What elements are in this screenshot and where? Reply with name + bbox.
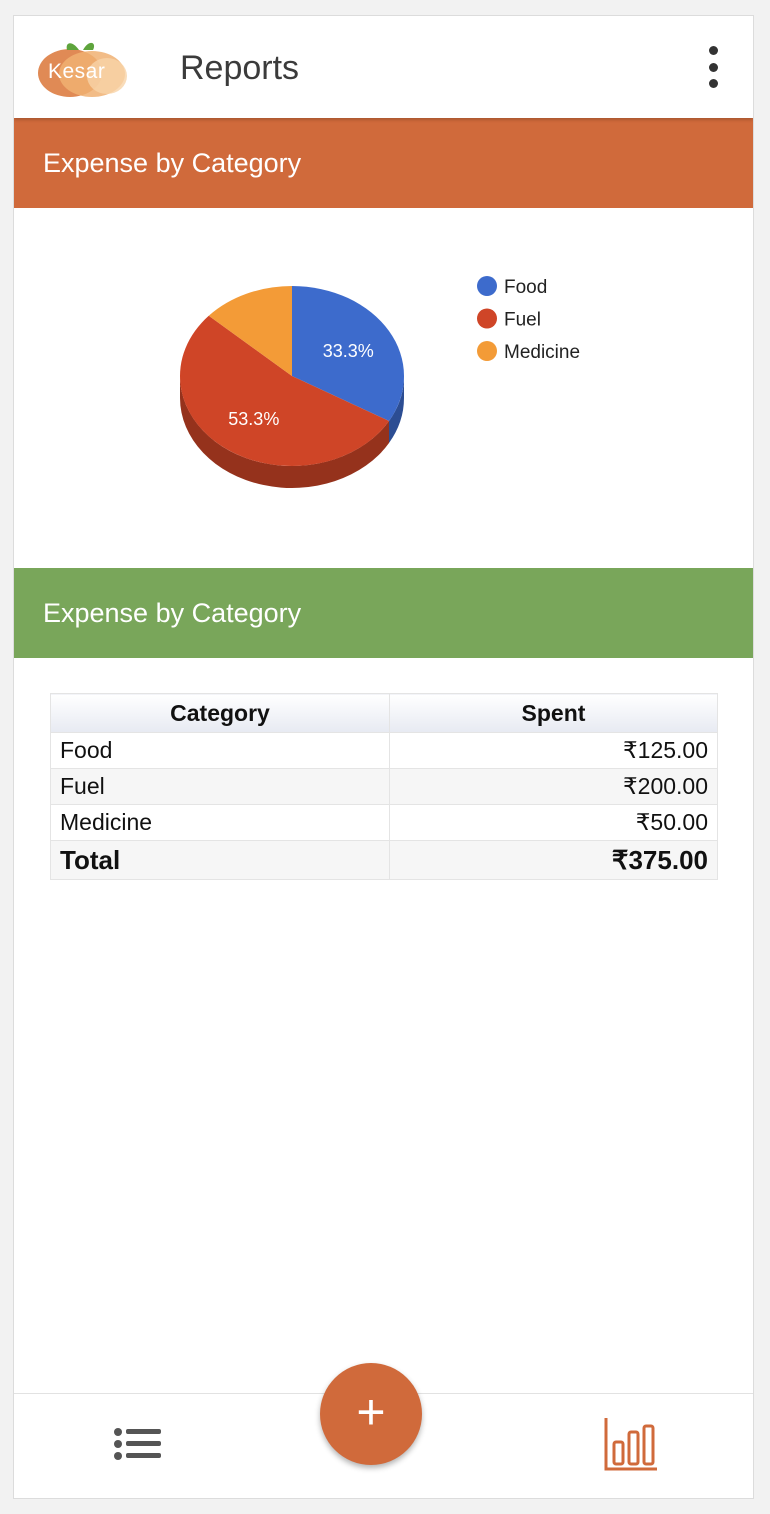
list-icon — [114, 1428, 161, 1460]
spent-cell: ₹125.00 — [389, 732, 718, 769]
category-cell: Food — [50, 732, 390, 769]
legend-item-fuel[interactable]: Fuel — [477, 308, 541, 331]
pie-section-header: Expense by Category — [14, 118, 753, 208]
more-vert-icon — [708, 46, 718, 55]
spent-cell: ₹200.00 — [389, 768, 718, 805]
reports-button[interactable] — [603, 1416, 659, 1472]
pie-label-fuel: 53.3% — [228, 409, 279, 429]
app-screen: Kesar Reports Expense by Category 33.3% 5… — [13, 15, 754, 1499]
pie-label-food: 33.3% — [323, 341, 374, 361]
legend-label: Fuel — [504, 310, 541, 331]
pie-chart-svg: 33.3% 53.3% Food Fuel Medicine — [180, 276, 580, 488]
category-cell: Medicine — [50, 804, 390, 841]
logo-text: Kesar — [48, 60, 106, 83]
category-cell: Fuel — [50, 768, 390, 805]
table-row: Medicine ₹50.00 — [50, 804, 718, 841]
bar-chart-icon — [604, 1418, 657, 1471]
add-expense-button[interactable]: + — [320, 1363, 422, 1465]
table-total-row: Total ₹375.00 — [50, 840, 718, 880]
legend-swatch — [477, 276, 497, 296]
column-header-spent[interactable]: Spent — [389, 693, 718, 733]
legend-item-food[interactable]: Food — [477, 276, 547, 298]
expense-table: Category Spent Food ₹125.00 Fuel ₹200.00… — [50, 693, 718, 880]
table-row: Fuel ₹200.00 — [50, 768, 718, 805]
table-header-row: Category Spent — [50, 693, 718, 733]
list-view-button[interactable] — [113, 1426, 163, 1466]
legend-swatch — [477, 308, 497, 329]
more-options-button[interactable] — [705, 46, 721, 88]
pie-chart: 33.3% 53.3% Food Fuel Medicine — [14, 208, 753, 568]
legend-label: Medicine — [504, 342, 580, 363]
table-section-header: Expense by Category — [14, 568, 753, 658]
total-value: ₹375.00 — [389, 840, 718, 880]
total-label: Total — [50, 840, 390, 880]
legend-label: Food — [504, 277, 547, 298]
app-logo: Kesar — [37, 36, 127, 98]
column-header-category[interactable]: Category — [50, 693, 390, 733]
app-bar: Kesar Reports — [14, 16, 753, 118]
spent-cell: ₹50.00 — [389, 804, 718, 841]
legend-swatch — [477, 341, 497, 361]
table-row: Food ₹125.00 — [50, 732, 718, 769]
page-title: Reports — [180, 49, 300, 87]
legend-item-medicine[interactable]: Medicine — [477, 341, 580, 363]
